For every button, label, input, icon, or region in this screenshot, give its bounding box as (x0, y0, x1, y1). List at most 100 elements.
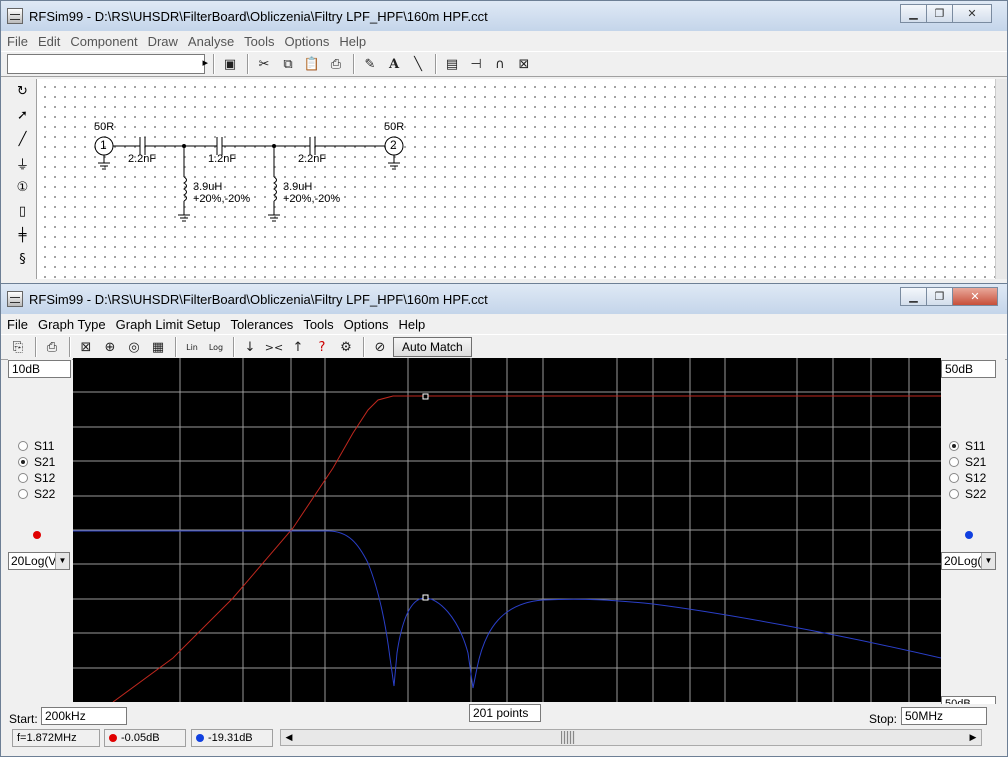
chevron-down-icon[interactable]: ▼ (55, 553, 69, 569)
copy-icon[interactable]: ⧉ (277, 54, 299, 74)
close-icon[interactable]: ✕ (952, 287, 998, 306)
plot-area (73, 358, 941, 702)
stub-icon[interactable]: ⊣ (465, 54, 487, 74)
right-radio-s22[interactable]: S22 (949, 486, 986, 502)
left-radio-s22[interactable]: S22 (18, 486, 55, 502)
smith-chart-icon[interactable]: ⊕ (99, 337, 121, 357)
graph-menu-options[interactable]: Options (344, 317, 389, 332)
graph-menubar: File Graph Type Graph Limit Setup Tolera… (1, 314, 1007, 334)
rect-graph-icon[interactable]: ⊠ (75, 337, 97, 357)
right-format-select[interactable]: 20Log(V ▼ (941, 552, 996, 570)
graph-menu-file[interactable]: File (7, 317, 28, 332)
right-scale-field[interactable]: 50dB (941, 360, 996, 378)
linear-scale-icon[interactable]: Lin (181, 337, 203, 357)
maximize-icon[interactable]: ❐ (926, 287, 953, 306)
frequency-scrollbar[interactable]: ◀ ▶ (280, 729, 982, 746)
maximize-icon[interactable]: ❐ (926, 4, 953, 23)
pointer-icon[interactable]: ➚ (9, 103, 36, 127)
right-scale-bottom: 50dB (941, 696, 996, 704)
calculator-icon[interactable]: ▤ (441, 54, 463, 74)
schematic-vscroll[interactable] (995, 79, 1007, 279)
capacitor-2-value: 1.2nF (208, 153, 237, 165)
frequency-readout: f=1.872MHz (12, 729, 100, 747)
menu-file[interactable]: File (7, 34, 28, 49)
text-icon[interactable]: A (383, 54, 405, 74)
schematic-window-title: RFSim99 - D:\RS\UHSDR\FilterBoard\Oblicz… (29, 8, 488, 24)
points-field[interactable]: 201 points (469, 704, 541, 722)
settings-icon[interactable]: ⚙ (335, 337, 357, 357)
graph-menu-tools[interactable]: Tools (303, 317, 333, 332)
start-frequency-field[interactable]: 200kHz (41, 707, 127, 725)
print-icon[interactable]: ⎙ (41, 337, 63, 357)
scroll-left-icon[interactable]: ◀ (281, 730, 297, 745)
left-radio-s11[interactable]: S11 (18, 438, 55, 454)
wire-icon[interactable]: ╱ (9, 127, 36, 151)
ground-icon[interactable]: ⏚ (9, 151, 36, 175)
paste-icon[interactable]: 📋 (301, 54, 323, 74)
print-icon[interactable]: ⎙ (325, 54, 347, 74)
help-query-icon[interactable]: ? (311, 337, 333, 357)
zoom-in-icon[interactable]: >< (263, 337, 285, 357)
menu-tools[interactable]: Tools (244, 34, 274, 49)
zoom-up-icon[interactable]: ↑ (287, 337, 309, 357)
stop-label: Stop: (869, 712, 898, 726)
schematic-drawing (94, 136, 404, 222)
reset-icon[interactable]: ⊘ (369, 337, 391, 357)
left-scale-field[interactable]: 10dB (8, 360, 71, 378)
menu-component[interactable]: Component (70, 34, 137, 49)
right-radio-s12[interactable]: S12 (949, 470, 986, 486)
copy-graph-icon[interactable]: ⎘ (7, 337, 29, 357)
close-icon[interactable]: ✕ (952, 4, 992, 23)
line-icon[interactable]: ╲ (407, 54, 429, 74)
component-combo[interactable] (7, 54, 208, 74)
left-radio-s12[interactable]: S12 (18, 470, 55, 486)
menu-draw[interactable]: Draw (148, 34, 178, 49)
match-icon[interactable]: ⊠ (513, 54, 535, 74)
s11-marker[interactable] (422, 594, 429, 601)
menu-options[interactable]: Options (285, 34, 330, 49)
scroll-right-icon[interactable]: ▶ (965, 730, 981, 745)
resistor-icon[interactable]: ▯ (9, 199, 36, 223)
minimize-icon[interactable]: ▁ (900, 4, 927, 23)
right-radio-s11[interactable]: S11 (949, 438, 986, 454)
menu-help[interactable]: Help (339, 34, 366, 49)
right-radio-s21[interactable]: S21 (949, 454, 986, 470)
s21-marker[interactable] (422, 393, 429, 400)
right-trace-panel: 50dB S11 S21 S12 S22 20Log(V ▼ 50dB (941, 358, 1005, 704)
graph-menu-graph-type[interactable]: Graph Type (38, 317, 106, 332)
capacitor-icon[interactable]: ╪ (9, 223, 36, 247)
s-parameter-plot[interactable] (73, 358, 941, 702)
blue-dot-icon (196, 734, 204, 742)
table-icon[interactable]: ▦ (147, 337, 169, 357)
left-format-select[interactable]: 20Log(V ▼ (8, 552, 70, 570)
scroll-thumb[interactable] (561, 731, 575, 744)
auto-match-button[interactable]: Auto Match (393, 337, 472, 357)
graph-titlebar[interactable]: RFSim99 - D:\RS\UHSDR\FilterBoard\Oblicz… (1, 284, 1007, 314)
schematic-canvas[interactable]: 1 2 50R 50R 2.2nF 1.2nF 2.2nF 3.9uH +20%… (37, 79, 995, 279)
cut-icon[interactable]: ✂ (253, 54, 275, 74)
graph-menu-graph-limit-setup[interactable]: Graph Limit Setup (116, 317, 221, 332)
capacitor-3-value: 2.2nF (298, 153, 327, 165)
left-radio-s21[interactable]: S21 (18, 454, 55, 470)
polar-chart-icon[interactable]: ◎ (123, 337, 145, 357)
log-scale-icon[interactable]: Log (205, 337, 227, 357)
menu-edit[interactable]: Edit (38, 34, 60, 49)
menu-analyse[interactable]: Analyse (188, 34, 234, 49)
save-icon[interactable]: ▣ (219, 54, 241, 74)
port-icon[interactable]: ① (9, 175, 36, 199)
minimize-icon[interactable]: ▁ (900, 287, 927, 306)
schematic-window: RFSim99 - D:\RS\UHSDR\FilterBoard\Oblicz… (0, 0, 1008, 284)
rotate-icon[interactable]: ↻ (9, 79, 36, 103)
graph-window-controls: ▁ ❐ ✕ (900, 287, 998, 306)
chevron-down-icon[interactable]: ▼ (981, 553, 995, 569)
graph-toolbar: ⎘ ⎙ ⊠ ⊕ ◎ ▦ Lin Log ↓ >< ↑ ? ⚙ ⊘ Auto Ma… (1, 334, 1007, 360)
graph-menu-help[interactable]: Help (398, 317, 425, 332)
inductor-icon[interactable]: § (9, 247, 36, 271)
schematic-titlebar[interactable]: RFSim99 - D:\RS\UHSDR\FilterBoard\Oblicz… (1, 1, 1007, 31)
zoom-down-icon[interactable]: ↓ (239, 337, 261, 357)
start-label: Start: (9, 712, 38, 726)
stop-frequency-field[interactable]: 50MHz (901, 707, 987, 725)
graph-menu-tolerances[interactable]: Tolerances (230, 317, 293, 332)
draw-icon[interactable]: ✎ (359, 54, 381, 74)
coil-icon[interactable]: ∩ (489, 54, 511, 74)
